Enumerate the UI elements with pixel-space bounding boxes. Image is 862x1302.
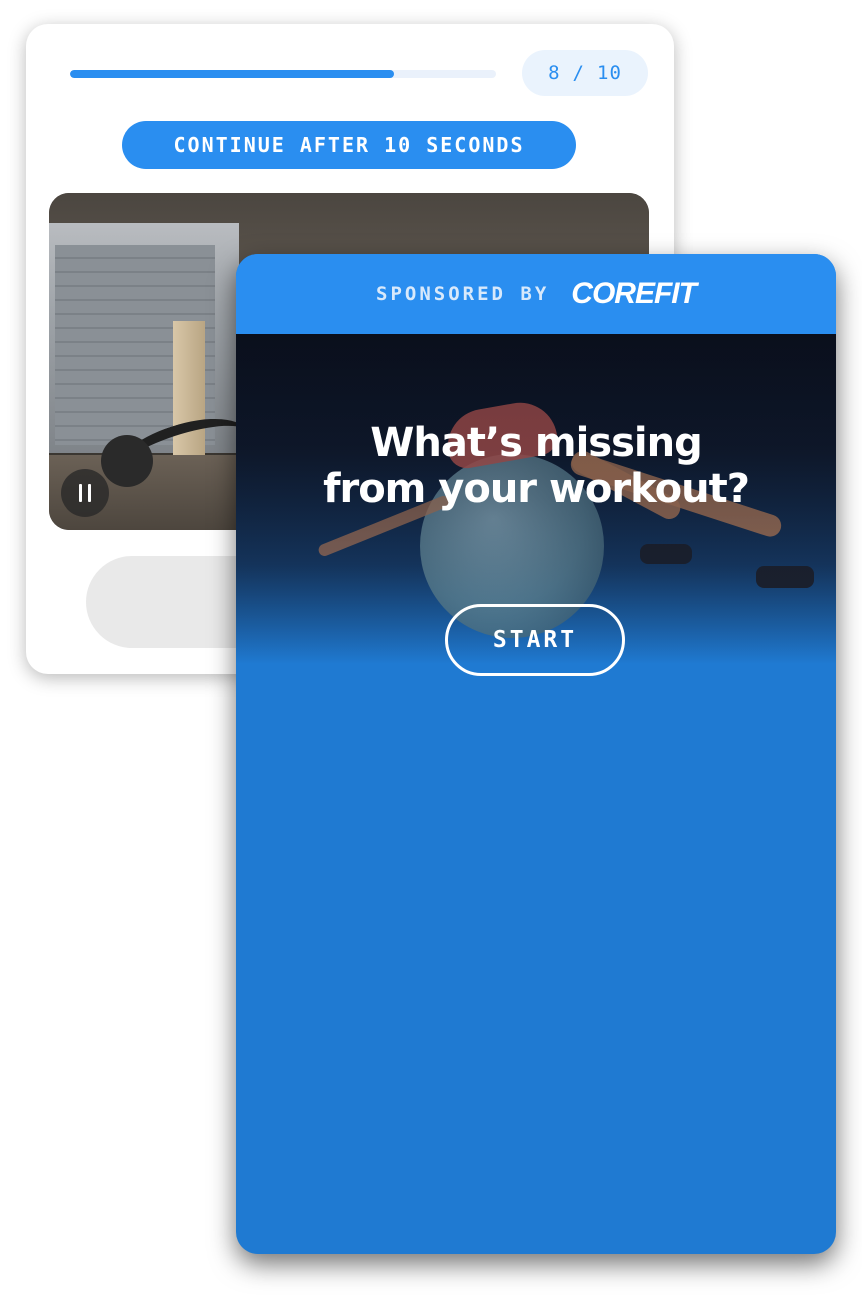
step-separator: / (572, 62, 585, 84)
step-counter: 8 / 10 (522, 50, 648, 96)
start-button[interactable]: START (445, 604, 625, 676)
pause-icon (79, 484, 82, 502)
video-frame-rope-anchor (101, 435, 153, 487)
brand-logo: COREFIT (571, 277, 697, 310)
promo-headline: What’s missing from your workout? (236, 420, 836, 512)
pause-icon-bar (88, 484, 91, 502)
sponsored-by-label: SPONSORED BY (376, 283, 550, 305)
continue-timer-badge: CONTINUE AFTER 10 SECONDS (122, 121, 576, 169)
step-total: 10 (597, 62, 622, 84)
headline-line-2: from your workout? (323, 466, 750, 512)
progress-bar (70, 70, 496, 78)
sponsored-card: SPONSORED BY COREFIT What’s missing from… (236, 254, 836, 1254)
sponsor-bar: SPONSORED BY COREFIT (236, 254, 836, 334)
pause-button[interactable] (61, 469, 109, 517)
headline-line-1: What’s missing (370, 420, 702, 466)
progress-bar-fill (70, 70, 394, 78)
step-current: 8 (548, 62, 561, 84)
